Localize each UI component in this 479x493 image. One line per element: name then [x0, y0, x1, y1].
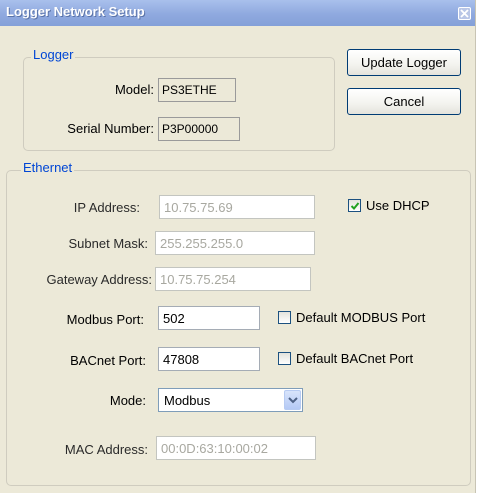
- modbus-port-input[interactable]: 502: [158, 306, 260, 330]
- mac-address-input[interactable]: 00:0D:63:10:00:02: [156, 436, 316, 460]
- ip-address-label: IP Address:: [73, 200, 140, 215]
- default-modbus-port-checkbox[interactable]: [278, 311, 291, 324]
- gateway-address-input[interactable]: 10.75.75.254: [155, 267, 311, 291]
- model-label: Model:: [114, 82, 154, 97]
- subnet-mask-input[interactable]: 255.255.255.0: [155, 231, 315, 255]
- mode-dropdown[interactable]: Modbus: [158, 388, 303, 412]
- window-title: Logger Network Setup: [6, 4, 145, 19]
- gateway-address-label: Gateway Address:: [46, 272, 153, 287]
- modbus-port-label: Modbus Port:: [66, 312, 144, 327]
- title-bar[interactable]: Logger Network Setup: [0, 0, 475, 26]
- mode-label: Mode:: [109, 393, 146, 408]
- mode-dropdown-button[interactable]: [284, 390, 301, 410]
- ip-address-input[interactable]: 10.75.75.69: [159, 195, 315, 219]
- chevron-down-icon: [288, 397, 298, 404]
- use-dhcp-label[interactable]: Use DHCP: [366, 198, 430, 213]
- mode-selected-value: Modbus: [164, 393, 211, 408]
- logger-legend: Logger: [31, 47, 76, 62]
- model-value: PS3ETHE: [158, 78, 236, 102]
- close-icon: [460, 9, 469, 18]
- default-bacnet-port-checkbox[interactable]: [278, 352, 291, 365]
- ethernet-legend: Ethernet: [21, 160, 75, 175]
- bacnet-port-input[interactable]: 47808: [158, 347, 260, 371]
- serial-number-value: P3P00000: [158, 117, 240, 141]
- default-modbus-port-label[interactable]: Default MODBUS Port: [296, 310, 425, 325]
- use-dhcp-checkbox[interactable]: [348, 199, 361, 212]
- serial-number-label: Serial Number:: [67, 121, 154, 136]
- logger-network-setup-dialog: Logger Network Setup Logger Model: PS3ET…: [0, 0, 476, 493]
- checkmark-icon: [350, 202, 360, 210]
- cancel-button[interactable]: Cancel: [347, 88, 461, 115]
- mac-address-label: MAC Address:: [64, 442, 148, 457]
- close-button[interactable]: [458, 7, 471, 20]
- update-logger-button[interactable]: Update Logger: [347, 49, 461, 76]
- bacnet-port-label: BACnet Port:: [70, 353, 146, 368]
- subnet-mask-label: Subnet Mask:: [68, 236, 149, 251]
- default-bacnet-port-label[interactable]: Default BACnet Port: [296, 351, 413, 366]
